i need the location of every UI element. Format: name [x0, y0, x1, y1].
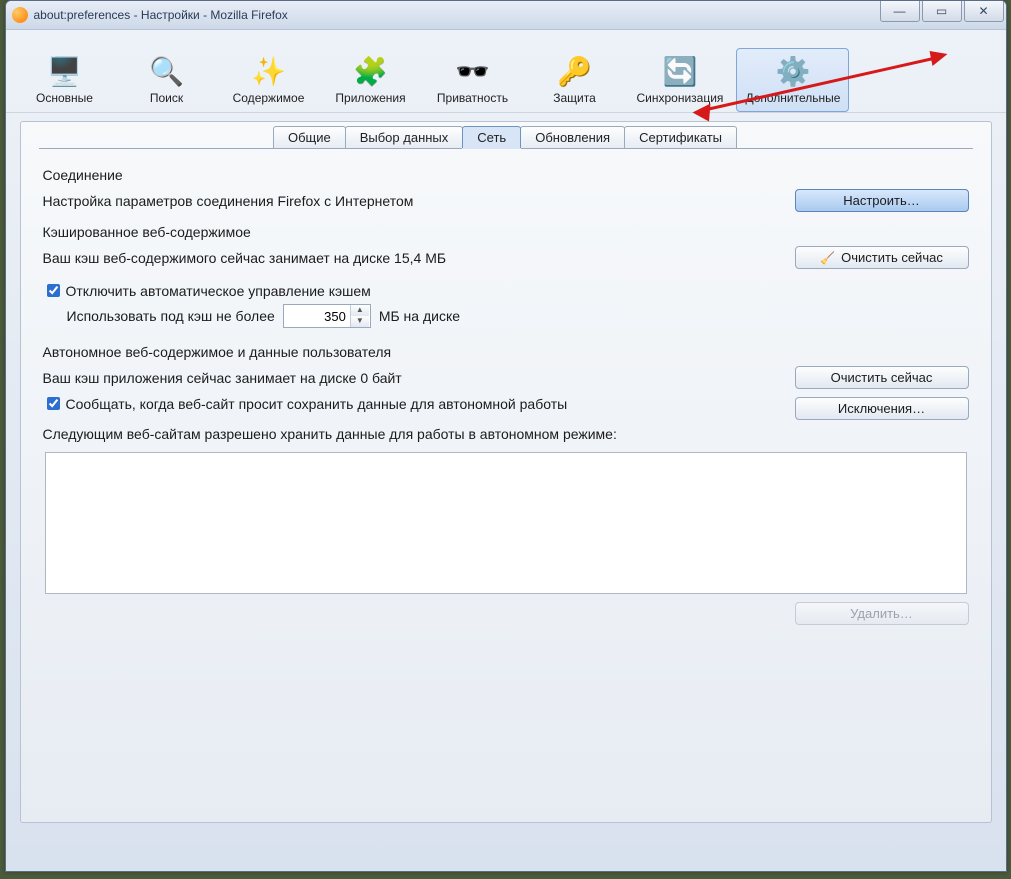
subtab-network[interactable]: Сеть: [462, 126, 521, 148]
sync-icon: 🔄: [662, 53, 698, 89]
toolbar-item-applications[interactable]: 🧩 Приложения: [322, 48, 420, 112]
security-icon: 🔑: [557, 53, 593, 89]
toolbar-item-privacy[interactable]: 🕶️ Приватность: [424, 48, 522, 112]
cache-limit-spinner[interactable]: ▲ ▼: [283, 304, 371, 328]
subtab-general[interactable]: Общие: [273, 126, 346, 148]
offline-clear-button[interactable]: Очистить сейчас: [795, 366, 969, 389]
offline-site-list[interactable]: [45, 452, 967, 594]
offline-notify-checkbox[interactable]: [47, 397, 60, 410]
spinner-down-icon[interactable]: ▼: [351, 316, 369, 327]
main-toolbar: 🖥️ Основные 🔍 Поиск ✨ Содержимое 🧩 Прило…: [6, 30, 1006, 113]
cache-limit-prefix: Использовать под кэш не более: [67, 308, 275, 324]
offline-exceptions-button[interactable]: Исключения…: [795, 397, 969, 420]
offline-list-label: Следующим веб-сайтам разрешено хранить д…: [43, 426, 969, 442]
offline-status: Ваш кэш приложения сейчас занимает на ди…: [43, 370, 402, 386]
window-controls: — ▭ ✕: [880, 1, 1004, 22]
toolbar-label: Основные: [25, 91, 105, 105]
content-panel: Общие Выбор данных Сеть Обновления Серти…: [20, 121, 992, 823]
section-connection-title: Соединение: [43, 167, 969, 183]
toolbar-label: Поиск: [127, 91, 207, 105]
toolbar-item-general[interactable]: 🖥️ Основные: [16, 48, 114, 112]
privacy-icon: 🕶️: [455, 53, 491, 89]
toolbar-item-content[interactable]: ✨ Содержимое: [220, 48, 318, 112]
toolbar-label: Защита: [535, 91, 615, 105]
toolbar-label: Содержимое: [229, 91, 309, 105]
panel-network: Соединение Настройка параметров соединен…: [21, 149, 991, 637]
monitor-icon: 🖥️: [47, 53, 83, 89]
cache-limit-input[interactable]: [284, 308, 350, 325]
toolbar-item-security[interactable]: 🔑 Защита: [526, 48, 624, 112]
cache-limit-suffix: МБ на диске: [379, 308, 460, 324]
toolbar-label: Дополнительные: [745, 91, 840, 105]
cache-status: Ваш кэш веб-содержимого сейчас занимает …: [43, 250, 447, 266]
connection-desc: Настройка параметров соединения Firefox …: [43, 193, 414, 209]
subtab-bar: Общие Выбор данных Сеть Обновления Серти…: [21, 120, 991, 148]
toolbar-item-search[interactable]: 🔍 Поиск: [118, 48, 216, 112]
subtab-updates[interactable]: Обновления: [520, 126, 625, 148]
maximize-button[interactable]: ▭: [922, 1, 962, 22]
toolbar-label: Синхронизация: [637, 91, 724, 105]
content-icon: ✨: [251, 53, 287, 89]
cache-override-checkbox[interactable]: [47, 284, 60, 297]
spinner-up-icon[interactable]: ▲: [351, 305, 369, 316]
subtab-data-choices[interactable]: Выбор данных: [345, 126, 464, 148]
firefox-icon: [12, 7, 28, 23]
minimize-button[interactable]: —: [880, 1, 920, 22]
window-title: about:preferences - Настройки - Mozilla …: [34, 8, 288, 22]
toolbar-label: Приложения: [331, 91, 411, 105]
offline-remove-button: Удалить…: [795, 602, 969, 625]
section-cache-title: Кэшированное веб-содержимое: [43, 224, 969, 240]
search-icon: 🔍: [149, 53, 185, 89]
apps-icon: 🧩: [353, 53, 389, 89]
offline-notify-label: Сообщать, когда веб-сайт просит сохранит…: [66, 396, 568, 412]
section-offline-title: Автономное веб-содержимое и данные польз…: [43, 344, 969, 360]
titlebar: about:preferences - Настройки - Mozilla …: [6, 1, 1006, 30]
toolbar-item-sync[interactable]: 🔄 Синхронизация: [628, 48, 733, 112]
gear-icon: ⚙️: [775, 53, 811, 89]
toolbar-label: Приватность: [433, 91, 513, 105]
subtab-certificates[interactable]: Сертификаты: [624, 126, 737, 148]
cache-override-label: Отключить автоматическое управление кэше…: [66, 283, 371, 299]
close-button[interactable]: ✕: [964, 1, 1004, 22]
connection-settings-button[interactable]: Настроить…: [795, 189, 969, 212]
app-window: about:preferences - Настройки - Mozilla …: [5, 0, 1007, 872]
cache-clear-button[interactable]: Очистить сейчас: [795, 246, 969, 269]
toolbar-item-advanced[interactable]: ⚙️ Дополнительные: [736, 48, 849, 112]
